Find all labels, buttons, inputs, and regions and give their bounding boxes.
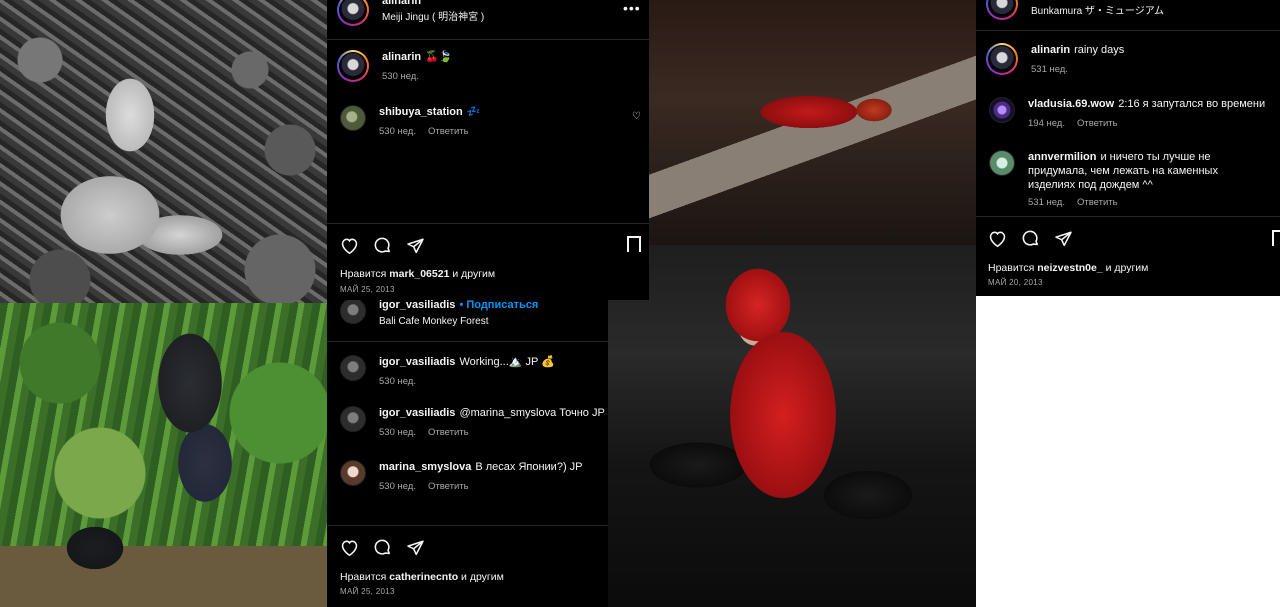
- action-bar: [988, 229, 1087, 248]
- comment-row: igor_vasiliadis @marina_smyslova Точно JP…: [340, 406, 605, 440]
- photo-red-coat-seated: [608, 245, 976, 607]
- caption-row: alinarin rainy days 531 нед.: [986, 43, 1124, 77]
- avatar[interactable]: [989, 150, 1015, 176]
- comment-icon[interactable]: [373, 236, 392, 255]
- comment-text: @marina_smyslova Точно JP: [459, 407, 605, 419]
- avatar[interactable]: [986, 0, 1018, 20]
- reply-link[interactable]: Ответить: [1077, 118, 1118, 129]
- comment-text: 💤: [466, 106, 481, 118]
- avatar[interactable]: [989, 97, 1015, 123]
- comment-username[interactable]: igor_vasiliadis: [379, 407, 455, 419]
- post-panel-3: alinarin Bunkamura ザ・ミュージアム alinarin rain…: [976, 0, 1280, 296]
- comment-username[interactable]: annvermilion: [1028, 151, 1096, 163]
- comment-text: Working...🏔️ JP 💰: [459, 356, 555, 368]
- share-icon[interactable]: [1054, 230, 1073, 248]
- avatar[interactable]: [340, 406, 366, 432]
- post-header: igor_vasiliadis • Подписаться Bali Cafe M…: [340, 300, 538, 329]
- header-location[interactable]: Bali Cafe Monkey Forest: [379, 315, 538, 329]
- caption-text: 🍒🍃: [425, 51, 453, 63]
- blank-area: [977, 296, 1280, 607]
- photo-bw-forest-girl: [0, 0, 327, 303]
- header-username[interactable]: alinarin: [1031, 0, 1160, 2]
- post-panel-2: igor_vasiliadis • Подписаться Bali Cafe M…: [327, 300, 608, 607]
- comment-age: 530 нед.: [379, 427, 416, 438]
- post-panel-1: alinarin Meiji Jingu ( 明治神宮 ) ••• alinar…: [327, 0, 649, 300]
- comment-age: 530 нед.: [379, 376, 416, 387]
- divider: [327, 39, 649, 40]
- caption-text: rainy days: [1074, 44, 1125, 56]
- comment-age: 530 нед.: [379, 126, 416, 137]
- comment-icon[interactable]: [1021, 229, 1040, 248]
- comment-text: и ничего ты лучше не: [1100, 151, 1211, 163]
- avatar[interactable]: [337, 50, 369, 82]
- header-username[interactable]: alinarin: [382, 0, 480, 8]
- comment-row: marina_smyslova В лесах Японии?) JP 530 н…: [340, 460, 583, 494]
- post-date: МАЙ 25, 2013: [340, 587, 395, 596]
- post-date: МАЙ 20, 2013: [988, 278, 1043, 287]
- comment-text-line2: придумала, чем лежать на каменных: [1028, 165, 1218, 177]
- comment-username[interactable]: marina_smyslova: [379, 461, 471, 473]
- post-date: МАЙ 25, 2013: [340, 285, 395, 294]
- caption-username[interactable]: alinarin: [382, 51, 421, 63]
- comment-icon[interactable]: [373, 538, 392, 557]
- comment-username[interactable]: vladusia.69.wow: [1028, 98, 1114, 110]
- comment-row: annvermilion и ничего ты лучше не придума…: [989, 150, 1218, 210]
- comment-age: 530 нед.: [379, 481, 416, 492]
- comment-age: 531 нед.: [1028, 197, 1065, 208]
- caption-row: alinarin 🍒🍃 530 нед.: [337, 50, 453, 84]
- heart-icon[interactable]: [340, 539, 359, 556]
- reply-link[interactable]: Ответить: [1077, 197, 1118, 208]
- comment-row: shibuya_station 💤 530 нед. Ответить: [340, 105, 481, 139]
- follow-button[interactable]: • Подписаться: [459, 300, 538, 311]
- avatar[interactable]: [340, 300, 366, 324]
- more-icon[interactable]: •••: [623, 0, 641, 16]
- reply-link[interactable]: Ответить: [428, 427, 469, 438]
- divider: [327, 223, 649, 224]
- post-header: alinarin Meiji Jingu ( 明治神宮 ): [337, 0, 484, 26]
- comment-row: igor_vasiliadis Working...🏔️ JP 💰 530 нед…: [340, 355, 555, 389]
- comment-username[interactable]: shibuya_station: [379, 106, 463, 118]
- action-bar: [340, 236, 439, 255]
- bookmark-icon[interactable]: [627, 236, 641, 252]
- caption-age: 531 нед.: [1031, 64, 1068, 75]
- post-header: alinarin Bunkamura ザ・ミュージアム: [986, 0, 1164, 20]
- divider: [327, 341, 608, 342]
- comment-heart-icon[interactable]: ♡: [632, 111, 641, 122]
- avatar[interactable]: [986, 43, 1018, 75]
- photo-photographer-forest: [0, 303, 327, 607]
- heart-icon[interactable]: [988, 230, 1007, 247]
- comment-text: 2:16 я запутался во времени: [1118, 98, 1266, 110]
- divider: [976, 30, 1280, 31]
- comment-row: vladusia.69.wow 2:16 я запутался во време…: [989, 97, 1265, 131]
- reply-link[interactable]: Ответить: [428, 481, 469, 492]
- comment-text: В лесах Японии?) JP: [475, 461, 583, 473]
- avatar[interactable]: [340, 460, 366, 486]
- likes-text[interactable]: Нравится catherinecnto и другим: [340, 571, 504, 583]
- avatar[interactable]: [337, 0, 369, 26]
- header-location[interactable]: Meiji Jingu ( 明治神宮 ): [382, 11, 484, 25]
- likes-text[interactable]: Нравится mark_06521 и другим: [340, 268, 495, 280]
- caption-username[interactable]: alinarin: [1031, 44, 1070, 56]
- action-bar: [340, 538, 439, 557]
- share-icon[interactable]: [406, 539, 425, 557]
- caption-age: 530 нед.: [382, 71, 419, 82]
- avatar[interactable]: [340, 355, 366, 381]
- share-icon[interactable]: [406, 237, 425, 255]
- header-username[interactable]: igor_vasiliadis: [379, 300, 455, 311]
- avatar[interactable]: [340, 105, 366, 131]
- bookmark-icon[interactable]: [1272, 230, 1280, 246]
- heart-icon[interactable]: [340, 237, 359, 254]
- comment-age: 194 нед.: [1028, 118, 1065, 129]
- divider: [327, 525, 608, 526]
- photo-red-coat-bench: [649, 0, 976, 245]
- likes-text[interactable]: Нравится neizvestn0e_ и другим: [988, 262, 1148, 274]
- header-location[interactable]: Bunkamura ザ・ミュージアム: [1031, 5, 1164, 19]
- reply-link[interactable]: Ответить: [428, 126, 469, 137]
- comment-text-line3: изделиях под дождем ^^: [1028, 179, 1153, 191]
- divider: [976, 216, 1280, 217]
- comment-username[interactable]: igor_vasiliadis: [379, 356, 455, 368]
